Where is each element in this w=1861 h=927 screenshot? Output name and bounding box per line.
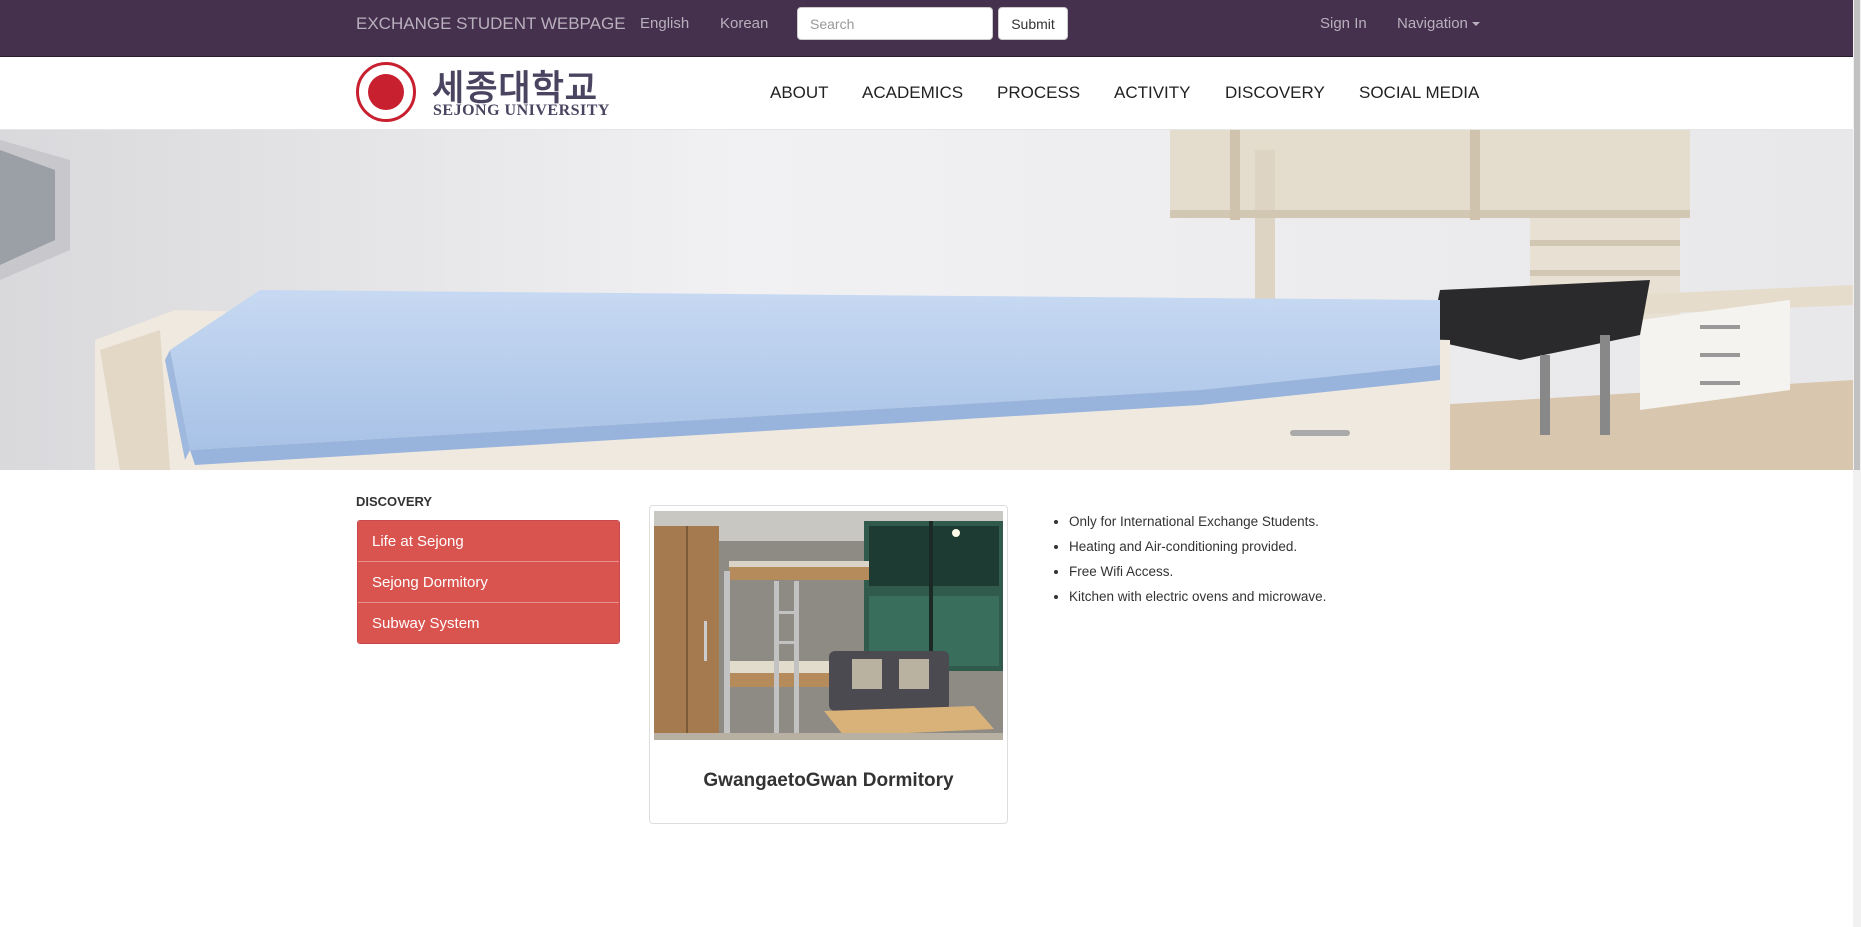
menu-process[interactable]: PROCESS bbox=[997, 83, 1080, 103]
list-item: Only for International Exchange Students… bbox=[1069, 512, 1326, 537]
menu-discovery[interactable]: DISCOVERY bbox=[1225, 83, 1325, 103]
sidebar-item-subway-system[interactable]: Subway System bbox=[358, 603, 619, 643]
hero-banner-image bbox=[0, 130, 1853, 470]
menu-about[interactable]: ABOUT bbox=[770, 83, 829, 103]
sign-in-link[interactable]: Sign In bbox=[1320, 15, 1367, 32]
sidebar-item-sejong-dormitory[interactable]: Sejong Dormitory bbox=[358, 562, 619, 603]
sidebar-title: DISCOVERY bbox=[356, 494, 433, 509]
menu-academics[interactable]: ACADEMICS bbox=[862, 83, 963, 103]
menu-activity[interactable]: ACTIVITY bbox=[1114, 83, 1191, 103]
sidebar-item-life-at-sejong[interactable]: Life at Sejong bbox=[358, 521, 619, 562]
dormitory-caption: GwangaetoGwan Dormitory bbox=[703, 770, 954, 791]
language-korean-link[interactable]: Korean bbox=[720, 15, 768, 32]
sejong-logo[interactable]: 세종대학교 SEJONG UNIVERSITY bbox=[356, 60, 616, 124]
logo-english-text: SEJONG UNIVERSITY bbox=[433, 102, 610, 119]
list-item: Heating and Air-conditioning provided. bbox=[1069, 537, 1326, 562]
dormitory-card: GwangaetoGwan Dormitory bbox=[649, 505, 1008, 824]
language-english-link[interactable]: English bbox=[640, 15, 689, 32]
caret-down-icon bbox=[1471, 22, 1480, 27]
search-input[interactable] bbox=[797, 7, 993, 40]
dormitory-photo bbox=[654, 511, 1003, 740]
scrollbar-thumb[interactable] bbox=[1854, 0, 1860, 470]
submit-button[interactable]: Submit bbox=[998, 7, 1068, 40]
navigation-dropdown[interactable]: Navigation bbox=[1397, 15, 1480, 32]
university-seal-icon bbox=[356, 62, 416, 122]
dormitory-features-list: Only for International Exchange Students… bbox=[1051, 512, 1326, 612]
page-scrollbar[interactable] bbox=[1853, 0, 1861, 927]
menu-social-media[interactable]: SOCIAL MEDIA bbox=[1359, 83, 1479, 103]
top-navbar: EXCHANGE STUDENT WEBPAGE English Korean … bbox=[0, 0, 1853, 57]
sidebar-menu: Life at Sejong Sejong Dormitory Subway S… bbox=[357, 520, 620, 644]
list-item: Free Wifi Access. bbox=[1069, 562, 1326, 587]
site-brand[interactable]: EXCHANGE STUDENT WEBPAGE bbox=[356, 14, 626, 34]
navigation-label: Navigation bbox=[1397, 15, 1468, 32]
list-item: Kitchen with electric ovens and microwav… bbox=[1069, 587, 1326, 612]
